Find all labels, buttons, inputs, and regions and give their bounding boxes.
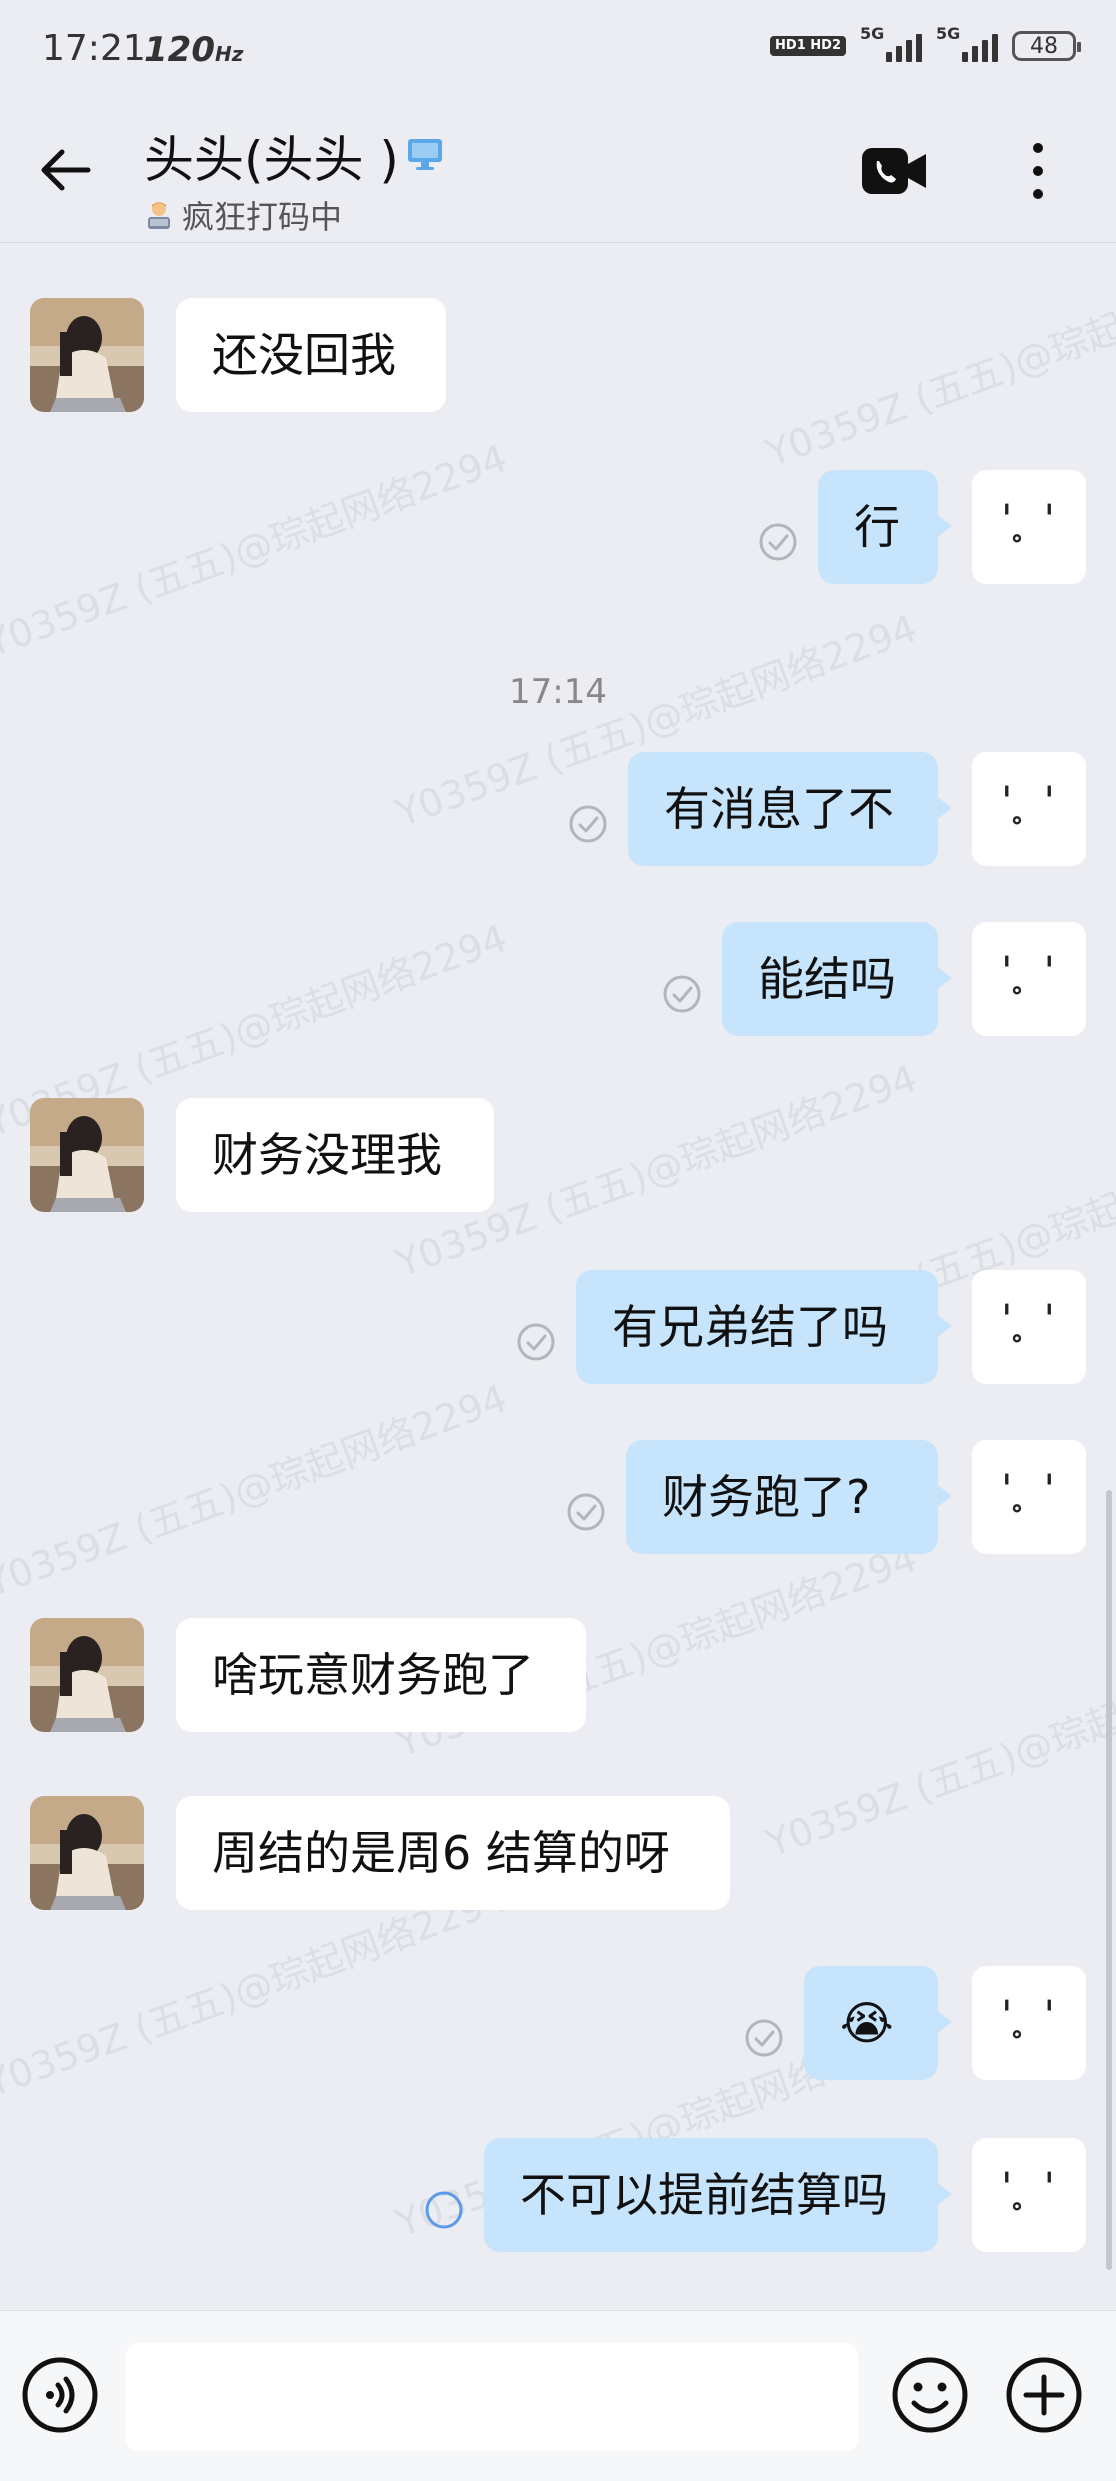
signal-icon: 5G	[936, 24, 998, 62]
self-avatar[interactable]: ' ̥ '	[972, 1440, 1086, 1554]
sending-status-icon	[424, 2190, 464, 2230]
message-bubble[interactable]: 😭	[804, 1966, 952, 2080]
watermark: Y0359Z (五五)@琮起网络2294	[760, 245, 1116, 476]
read-status-icon	[744, 2018, 784, 2058]
self-avatar[interactable]: ' ̥ '	[972, 752, 1086, 866]
avatar-face: ' ̥ '	[1001, 1467, 1057, 1513]
read-status-icon	[516, 1322, 556, 1362]
watermark: Y0359Z (五五)@琮起网络2294	[0, 435, 513, 666]
scrollbar[interactable]	[1106, 1490, 1112, 2270]
voice-icon[interactable]	[20, 2355, 100, 2435]
read-status-icon	[568, 804, 608, 844]
avatar-face: ' ̥ '	[1001, 949, 1057, 995]
chat-status-text: 疯狂打码中	[182, 198, 343, 236]
self-avatar[interactable]: ' ̥ '	[972, 470, 1086, 584]
message-bubble[interactable]: 有兄弟结了吗	[576, 1270, 952, 1384]
read-status-icon	[662, 974, 702, 1014]
chat-title[interactable]: 头头(头头 )	[144, 120, 399, 192]
self-avatar[interactable]: ' ̥ '	[972, 1966, 1086, 2080]
message-bubble[interactable]: 还没回我	[176, 298, 446, 412]
chat-status: 疯狂打码中	[144, 192, 342, 238]
message-bubble[interactable]: 能结吗	[722, 922, 952, 1036]
message-bubble[interactable]: 有消息了不	[628, 752, 952, 866]
avatar-face: ' ̥ '	[1001, 2165, 1057, 2211]
status-time: 17:21	[42, 28, 146, 69]
message-input[interactable]	[126, 2343, 858, 2451]
self-avatar[interactable]: ' ̥ '	[972, 2138, 1086, 2252]
status-bar: 17:21 120Hz HD1 HD2 5G 5G 48	[0, 0, 1116, 100]
video-call-icon[interactable]	[862, 148, 928, 194]
more-vertical-icon[interactable]	[1020, 140, 1056, 202]
contact-avatar[interactable]	[30, 1098, 144, 1212]
message-bubble[interactable]: 行	[818, 470, 952, 584]
self-avatar[interactable]: ' ̥ '	[972, 1270, 1086, 1384]
refresh-rate-indicator: 120Hz	[144, 30, 244, 70]
avatar-face: ' ̥ '	[1001, 779, 1057, 825]
read-status-icon	[758, 522, 798, 562]
status-icons: HD1 HD2 5G 5G 48	[770, 24, 1081, 62]
arrow-left-icon[interactable]	[36, 140, 96, 200]
avatar-face: ' ̥ '	[1001, 1993, 1057, 2039]
contact-avatar[interactable]	[30, 1618, 144, 1732]
battery-icon: 48	[1012, 31, 1081, 61]
avatar-face: ' ̥ '	[1001, 497, 1057, 543]
message-bubble[interactable]: 财务跑了?	[626, 1440, 952, 1554]
watermark: Y0359Z (五五)@琮起网络2294	[760, 1635, 1116, 1866]
watermark: Y0359Z (五五)@琮起网络2294	[0, 1375, 513, 1606]
contact-avatar[interactable]	[30, 1796, 144, 1910]
message-bubble[interactable]: 不可以提前结算吗	[484, 2138, 952, 2252]
signal-icon: 5G	[860, 24, 922, 62]
monitor-icon	[408, 139, 442, 170]
plus-icon[interactable]	[1004, 2355, 1084, 2435]
hd-badge: HD1 HD2	[770, 36, 846, 56]
avatar-face: ' ̥ '	[1001, 1297, 1057, 1343]
self-avatar[interactable]: ' ̥ '	[972, 922, 1086, 1036]
emoji-icon[interactable]	[890, 2355, 970, 2435]
message-bubble[interactable]: 周结的是周6 结算的呀	[176, 1796, 730, 1910]
read-status-icon	[566, 1492, 606, 1532]
input-bar	[0, 2310, 1116, 2481]
message-bubble[interactable]: 啥玩意财务跑了	[176, 1618, 586, 1732]
contact-avatar[interactable]	[30, 298, 144, 412]
coder-icon	[148, 202, 170, 229]
message-bubble[interactable]: 财务没理我	[176, 1098, 494, 1212]
battery-level: 48	[1030, 33, 1058, 59]
chat-header: 头头(头头 ) 疯狂打码中	[0, 100, 1116, 243]
timestamp: 17:14	[509, 672, 607, 712]
